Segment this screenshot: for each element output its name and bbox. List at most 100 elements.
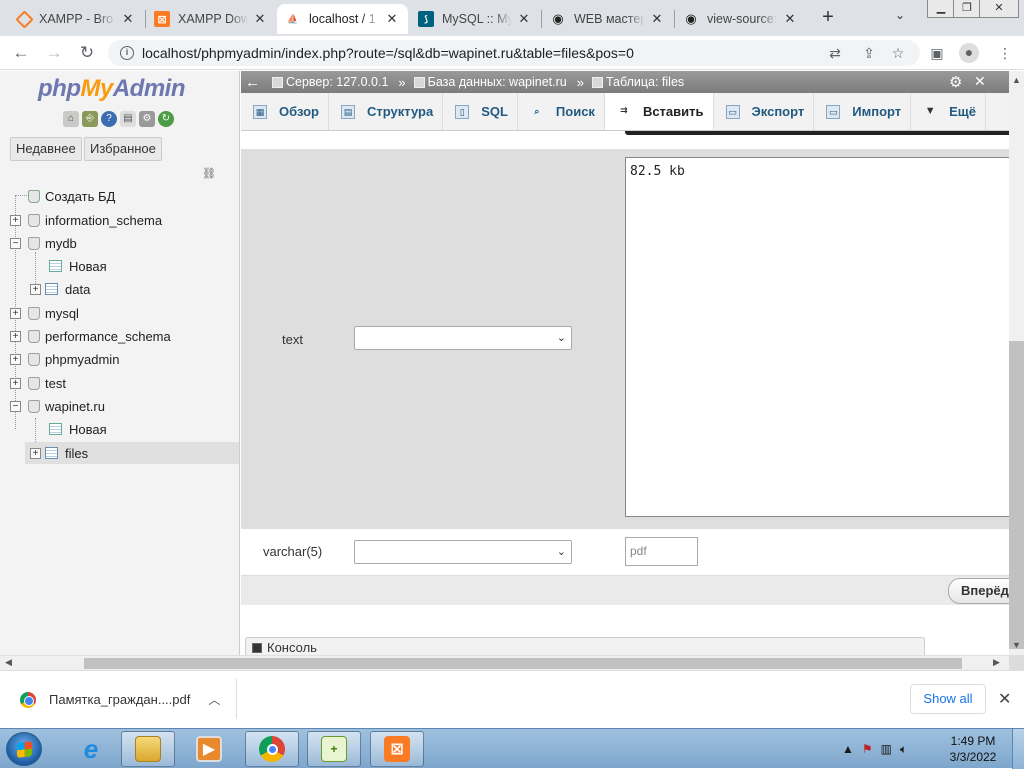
tab-insert[interactable]: ⇉ Вставить xyxy=(604,93,714,130)
docs-icon[interactable]: ▤ xyxy=(120,111,136,127)
collapse-nav-arrow-icon[interactable]: ← xyxy=(245,74,260,91)
nav-tab-recent[interactable]: Недавнее xyxy=(10,137,82,161)
tab-view-source[interactable]: ◉ view-source: ✕ xyxy=(675,4,806,34)
network-icon[interactable]: ▥ xyxy=(881,742,892,756)
tree-item-mysql[interactable]: + mysql xyxy=(10,302,79,324)
scroll-up-arrow-icon[interactable]: ▲ xyxy=(1012,75,1021,85)
tree-item-mydb-new[interactable]: Новая xyxy=(49,255,107,277)
tab-mysql[interactable]: ⟆ MySQL :: My ✕ xyxy=(410,4,540,34)
vertical-scrollbar[interactable]: ▲ ▼ xyxy=(1009,71,1024,655)
tab-more[interactable]: ▼ Ещё xyxy=(911,93,987,130)
scroll-down-arrow-icon[interactable]: ▼ xyxy=(1012,640,1021,650)
chevron-up-icon[interactable]: ︿ xyxy=(208,691,220,708)
tree-item-mydb[interactable]: − mydb xyxy=(10,232,77,254)
expand-icon[interactable]: + xyxy=(30,283,41,295)
breadcrumb-database[interactable]: База данных: wapinet.ru xyxy=(413,75,567,89)
phpmyadmin-logo[interactable]: phpMyAdmin xyxy=(38,75,186,103)
scroll-left-arrow-icon[interactable]: ◀ xyxy=(5,657,12,668)
translate-icon[interactable]: ⇄ xyxy=(826,44,844,62)
expand-icon[interactable]: + xyxy=(10,353,21,365)
share-icon[interactable]: ⇪ xyxy=(860,44,878,62)
tab-xampp-browse[interactable]: XAMPP - Bro ✕ xyxy=(10,4,144,34)
tab-web-master[interactable]: ◉ WEB мастер ✕ xyxy=(542,4,673,34)
horizontal-scroll-thumb[interactable] xyxy=(84,658,962,669)
go-button[interactable]: Вперёд xyxy=(948,578,1009,604)
system-clock[interactable]: 1:49 PM 3/3/2022 xyxy=(938,733,1008,765)
tab-xampp-download[interactable]: ⊠ XAMPP Dow ✕ xyxy=(146,4,276,34)
home-icon[interactable]: ⌂ xyxy=(63,111,79,127)
scroll-right-arrow-icon[interactable]: ▶ xyxy=(993,657,1000,668)
expand-icon[interactable]: + xyxy=(10,330,21,342)
site-info-icon[interactable]: i xyxy=(120,46,134,60)
show-hidden-icons-arrow-icon[interactable]: ▲ xyxy=(842,742,854,756)
tree-item-test[interactable]: + test xyxy=(10,372,66,394)
collapse-icon[interactable]: − xyxy=(10,400,21,412)
help-icon[interactable]: ? xyxy=(101,111,117,127)
settings-gear-icon[interactable]: ⚙ xyxy=(139,111,155,127)
side-panel-icon[interactable]: ▣ xyxy=(928,44,946,62)
tree-item-information-schema[interactable]: + information_schema xyxy=(10,209,162,231)
start-button[interactable] xyxy=(6,732,42,766)
reload-nav-icon[interactable]: ↻ xyxy=(158,111,174,127)
profile-avatar-icon[interactable]: ● xyxy=(959,43,979,63)
value-input[interactable]: pdf xyxy=(625,537,698,566)
tree-item-phpmyadmin[interactable]: + phpmyadmin xyxy=(10,348,119,370)
link-with-main-panel-icon[interactable]: ⛓ xyxy=(202,167,216,180)
tab-search[interactable]: ⌕ Поиск xyxy=(518,93,605,130)
close-panel-icon[interactable]: ✕ xyxy=(974,73,986,90)
close-tab-icon[interactable]: ✕ xyxy=(649,11,665,27)
function-select[interactable]: ⌄ xyxy=(354,326,572,350)
taskbar-chrome[interactable] xyxy=(245,731,299,767)
back-arrow-icon[interactable]: ← xyxy=(10,42,32,64)
new-tab-button[interactable]: + xyxy=(816,6,840,30)
tree-item-data[interactable]: + data xyxy=(30,278,90,300)
address-bar[interactable]: i localhost/phpmyadmin/index.php?route=/… xyxy=(108,40,920,66)
vertical-scroll-thumb[interactable] xyxy=(1009,341,1024,649)
tab-sql[interactable]: ▯ SQL xyxy=(443,93,518,130)
expand-icon[interactable]: + xyxy=(10,307,21,319)
taskbar-file-explorer[interactable] xyxy=(121,731,175,767)
close-tab-icon[interactable]: ✕ xyxy=(384,11,400,27)
tree-item-performance-schema[interactable]: + performance_schema xyxy=(10,325,171,347)
forward-arrow-icon[interactable]: → xyxy=(43,42,65,64)
tab-browse[interactable]: ▦ Обзор xyxy=(241,93,329,130)
tree-item-files[interactable]: + files xyxy=(25,442,239,464)
collapse-icon[interactable]: − xyxy=(10,237,21,249)
horizontal-scrollbar[interactable]: ◀ ▶ xyxy=(0,655,1009,670)
restore-window-button[interactable]: ❐ xyxy=(953,0,981,18)
tab-export[interactable]: ▭ Экспорт xyxy=(714,93,815,130)
breadcrumb-server[interactable]: Сервер: 127.0.0.1 xyxy=(272,75,388,89)
taskbar-notepad-plus[interactable]: + xyxy=(307,731,361,767)
volume-icon[interactable]: 🔈︎ xyxy=(900,742,907,757)
function-select[interactable]: ⌄ xyxy=(354,540,572,564)
close-tab-icon[interactable]: ✕ xyxy=(516,11,532,27)
chrome-menu-icon[interactable]: ⋮ xyxy=(996,44,1014,62)
taskbar-internet-explorer[interactable]: e xyxy=(64,731,118,767)
breadcrumb-table[interactable]: Таблица: files xyxy=(591,75,684,89)
tree-item-wapinet[interactable]: − wapinet.ru xyxy=(10,395,105,417)
download-item[interactable]: Памятка_граждан....pdf ︿ xyxy=(20,691,220,708)
sql-console-tab[interactable]: Консоль xyxy=(245,637,925,655)
expand-icon[interactable]: + xyxy=(10,214,21,226)
action-center-flag-icon[interactable]: ⚑ xyxy=(862,742,873,756)
tab-import[interactable]: ▭ Импорт xyxy=(814,93,912,130)
expand-icon[interactable]: + xyxy=(10,377,21,389)
expand-icon[interactable]: + xyxy=(30,447,41,459)
close-tab-icon[interactable]: ✕ xyxy=(252,11,268,27)
nav-tab-favorites[interactable]: Избранное xyxy=(84,137,162,161)
close-tab-icon[interactable]: ✕ xyxy=(120,11,136,27)
logout-icon[interactable]: ⎆ xyxy=(82,111,98,127)
settings-gear-icon[interactable]: ⚙ xyxy=(949,73,962,91)
tree-item-wapinet-new[interactable]: Новая xyxy=(49,418,107,440)
tree-item-create-db[interactable]: Создать БД xyxy=(28,185,115,207)
taskbar-xampp[interactable]: ⊠ xyxy=(370,731,424,767)
bookmark-star-icon[interactable]: ☆ xyxy=(889,44,907,62)
tab-search-chevron-icon[interactable]: ⌄ xyxy=(895,8,905,22)
show-all-button[interactable]: Show all xyxy=(910,684,986,714)
close-tab-icon[interactable]: ✕ xyxy=(782,11,798,27)
value-textarea[interactable]: 82.5 kb xyxy=(625,157,1009,517)
show-desktop-button[interactable] xyxy=(1012,729,1024,769)
taskbar-media-player[interactable]: ▶ xyxy=(182,731,236,767)
close-downloads-icon[interactable]: ✕ xyxy=(998,689,1011,709)
minimize-window-button[interactable]: ▁ xyxy=(927,0,955,18)
